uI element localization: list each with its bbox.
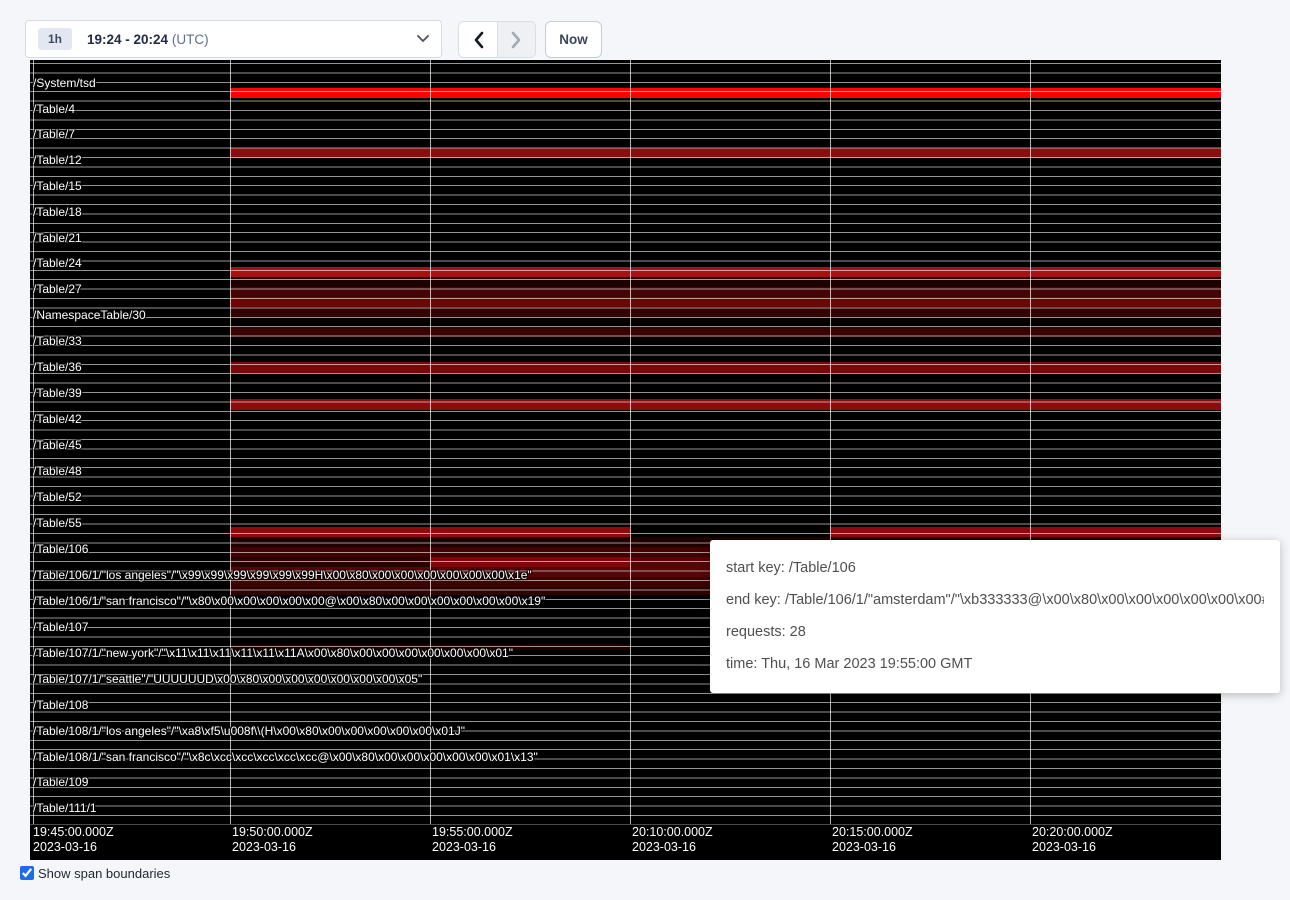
- grid-vline: [630, 60, 631, 824]
- tooltip-line: end key: /Table/106/1/"amsterdam"/"\xb33…: [726, 591, 1264, 610]
- span-row-label: /Table/18: [33, 205, 82, 219]
- span-row-label: /Table/27: [33, 282, 82, 296]
- heat-band-segment[interactable]: [430, 557, 630, 567]
- span-row-label: /System/tsd: [33, 76, 96, 90]
- span-row-label: /Table/111/1: [33, 801, 97, 815]
- span-row-label: /Table/108/1/"los angeles"/"\xa8\xf5\u00…: [33, 724, 465, 738]
- span-row-label: /Table/108: [33, 698, 88, 712]
- heat-band-segment[interactable]: [230, 148, 1221, 158]
- x-axis-tick: 19:50:00.000Z2023-03-16: [232, 825, 313, 855]
- heat-band-segment[interactable]: [230, 327, 1221, 337]
- time-prev-button[interactable]: [459, 22, 497, 57]
- x-axis-tick: 19:55:00.000Z2023-03-16: [432, 825, 513, 855]
- x-axis-tick: 20:10:00.000Z2023-03-16: [632, 825, 713, 855]
- span-row-label: /Table/48: [33, 464, 82, 478]
- span-tooltip: start key: /Table/106 end key: /Table/106…: [710, 540, 1280, 693]
- heat-band-segment[interactable]: [230, 399, 1221, 410]
- time-range-selector[interactable]: 1h 19:24 - 20:24 (UTC): [25, 20, 442, 58]
- time-range-label: 19:24 - 20:24 (UTC): [87, 32, 209, 47]
- heat-band-segment[interactable]: [230, 297, 1221, 307]
- key-visualizer-page: 1h 19:24 - 20:24 (UTC) Now /System/tsd/T…: [0, 0, 1290, 900]
- key-visualizer-canvas[interactable]: /System/tsd/Table/4/Table/7/Table/12/Tab…: [30, 60, 1221, 860]
- span-row-label: /Table/106: [33, 542, 88, 556]
- span-row-label: /Table/42: [33, 412, 82, 426]
- heat-band-segment[interactable]: [230, 557, 430, 567]
- tooltip-line: start key: /Table/106: [726, 559, 1264, 578]
- x-axis-tick: 19:45:00.000Z2023-03-16: [33, 825, 114, 855]
- grid-vline: [830, 60, 831, 824]
- span-row-label: /Table/107/1/"seattle"/"UUUUUUD\x00\x80\…: [33, 672, 422, 686]
- grid-vline: [430, 60, 431, 824]
- show-span-boundaries-control[interactable]: Show span boundaries: [20, 866, 170, 881]
- span-row-label: /Table/24: [33, 256, 82, 270]
- heat-band-segment[interactable]: [230, 307, 1221, 317]
- span-row-label: /Table/55: [33, 516, 82, 530]
- time-range-duration-badge: 1h: [38, 28, 72, 50]
- span-row-label: /Table/52: [33, 490, 82, 504]
- grid-vline: [1030, 60, 1031, 824]
- heat-band-segment[interactable]: [230, 267, 1221, 277]
- span-row-label: /Table/12: [33, 153, 82, 167]
- span-row-label: /Table/108/1/"san francisco"/"\x8c\xcc\x…: [33, 750, 538, 764]
- tooltip-line: requests: 28: [726, 623, 1264, 642]
- heat-band-segment[interactable]: [230, 362, 1221, 373]
- x-axis-tick: 20:15:00.000Z2023-03-16: [832, 825, 913, 855]
- time-nav-group: [458, 21, 536, 58]
- span-row-label: /Table/36: [33, 360, 82, 374]
- x-axis-tick: 20:20:00.000Z2023-03-16: [1032, 825, 1113, 855]
- chevron-right-icon: [511, 31, 522, 49]
- heat-band-segment[interactable]: [230, 287, 1221, 297]
- span-row-label: /Table/39: [33, 386, 82, 400]
- horizontal-gridlines: [30, 63, 1221, 825]
- tooltip-line: time: Thu, 16 Mar 2023 19:55:00 GMT: [726, 655, 1264, 674]
- span-row-label: /Table/15: [33, 179, 82, 193]
- span-row-label: /NamespaceTable/30: [33, 308, 146, 322]
- time-range-value: 19:24 - 20:24: [87, 32, 168, 47]
- span-row-label: /Table/21: [33, 231, 82, 245]
- span-row-label: /Table/109: [33, 775, 88, 789]
- heat-band-segment[interactable]: [830, 527, 1221, 537]
- grid-vline: [230, 60, 231, 824]
- span-row-label: /Table/33: [33, 334, 82, 348]
- span-row-label: /Table/107/1/"new york"/"\x11\x11\x11\x1…: [33, 646, 513, 660]
- span-row-label: /Table/106/1/"san francisco"/"\x80\x00\x…: [33, 594, 545, 608]
- heat-band-segment[interactable]: [230, 277, 1221, 287]
- span-row-label: /Table/4: [33, 102, 75, 116]
- now-button[interactable]: Now: [545, 21, 602, 58]
- span-row-label: /Table/45: [33, 438, 82, 452]
- heat-band-segment[interactable]: [230, 88, 1221, 98]
- chevron-down-icon: [417, 35, 429, 43]
- show-span-boundaries-label: Show span boundaries: [38, 866, 170, 881]
- chevron-left-icon: [473, 31, 484, 49]
- span-row-label: /Table/106/1/"los angeles"/"\x99\x99\x99…: [33, 568, 532, 582]
- span-row-label: /Table/7: [33, 127, 75, 141]
- span-row-label: /Table/107: [33, 620, 88, 634]
- time-range-timezone: (UTC): [172, 32, 209, 47]
- time-next-button[interactable]: [497, 22, 535, 57]
- show-span-boundaries-checkbox[interactable]: [20, 866, 34, 880]
